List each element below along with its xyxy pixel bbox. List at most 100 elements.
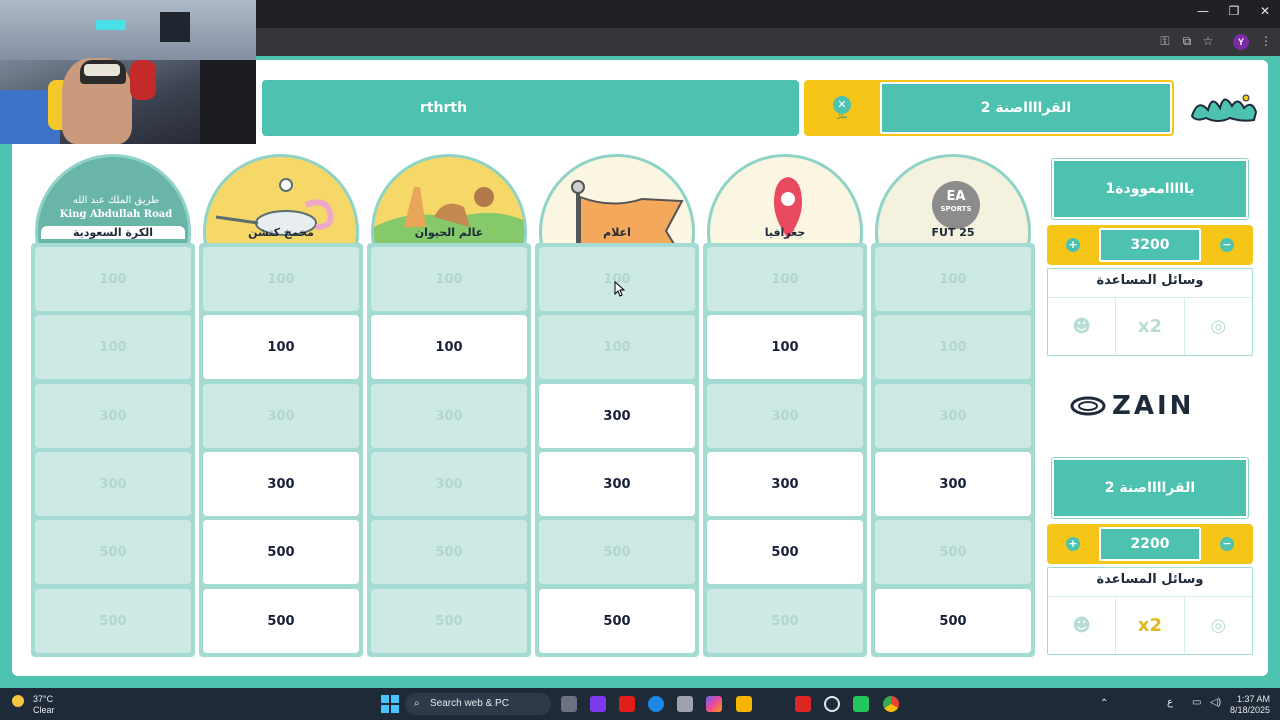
category-saudi-football[interactable]: طريق الملك عبد الله King Abdullah Road ا…: [33, 154, 193, 244]
network-icon[interactable]: ▭: [1192, 697, 1201, 708]
category-mokhmokh-kitchen[interactable]: مخمخ كتشن: [201, 154, 361, 244]
category-geography[interactable]: جغرافيا: [705, 154, 865, 244]
sponsor-logo: ZAIN: [1070, 390, 1232, 422]
category-image-text: King Abdullah Road: [59, 209, 173, 220]
file-explorer-icon[interactable]: [736, 696, 752, 712]
minimize-button[interactable]: —: [1188, 4, 1218, 18]
volume-icon[interactable]: ◁): [1210, 697, 1221, 708]
side-team2-help-tools: وسائل المساعدة ☻ x2 ◎: [1047, 567, 1253, 655]
close-window-button[interactable]: ✕: [1250, 4, 1280, 18]
windows-taskbar: [0, 688, 1280, 720]
question-cell-used: 100: [707, 247, 863, 311]
question-cell-used: 300: [371, 384, 527, 448]
category-label: مخمخ كتشن: [248, 226, 314, 239]
question-cell-used: 100: [539, 315, 695, 379]
score-plus-button[interactable]: +: [1066, 238, 1080, 252]
install-app-icon[interactable]: ⧉: [1179, 34, 1195, 49]
question-cell-available[interactable]: 100: [707, 315, 863, 379]
score-minus-button[interactable]: −: [1220, 238, 1234, 252]
password-key-icon[interactable]: ⚿: [1157, 34, 1173, 49]
question-cell-used: 300: [203, 384, 359, 448]
ea-sports-text: SPORTS: [940, 205, 972, 213]
search-placeholder: Search web & PC: [430, 698, 509, 709]
category-label: الكرة السعودية: [41, 226, 185, 239]
obs-icon[interactable]: [824, 696, 840, 712]
question-cell-available[interactable]: 500: [203, 589, 359, 653]
clock-time[interactable]: 1:37 AM: [1230, 694, 1270, 704]
category-label: FUT 25: [931, 226, 975, 239]
question-cell-available[interactable]: 500: [203, 520, 359, 584]
bookmark-star-icon[interactable]: ☆: [1200, 34, 1216, 48]
edge-icon[interactable]: [648, 696, 664, 712]
category-fut25[interactable]: EA SPORTS FUT 25: [873, 154, 1033, 244]
input-language[interactable]: ع: [1167, 697, 1173, 708]
clock-date[interactable]: 8/18/2025: [1224, 705, 1270, 715]
youtube-icon[interactable]: [619, 696, 635, 712]
side-team1-score-row: + 3200 −: [1047, 225, 1253, 265]
question-cell-used: 500: [875, 520, 1031, 584]
question-cell-used: 300: [35, 384, 191, 448]
category-flags[interactable]: اعلام: [537, 154, 697, 244]
pit-icon[interactable]: ◎: [1183, 597, 1252, 654]
team1-name: القرااااصنة 2: [880, 82, 1172, 134]
copilot-icon[interactable]: [706, 696, 722, 712]
question-cell-used: 300: [875, 384, 1031, 448]
question-cell-available[interactable]: 100: [203, 315, 359, 379]
side-team1-name: يااااامعوودة1: [1051, 158, 1249, 220]
weather-temp[interactable]: 37°C: [33, 694, 53, 704]
category-animal-world[interactable]: عالم الحيوان: [369, 154, 529, 244]
remove-helper-icon[interactable]: ✕: [833, 96, 851, 114]
call-friend-icon[interactable]: ☻: [1048, 298, 1115, 355]
category-label: جغرافيا: [764, 226, 806, 239]
question-cell-available[interactable]: 100: [371, 315, 527, 379]
question-cell-used: 300: [707, 384, 863, 448]
question-cell-used: 100: [875, 247, 1031, 311]
task-view-icon[interactable]: [561, 696, 577, 712]
question-cell-used: 500: [371, 589, 527, 653]
wps-icon[interactable]: [795, 696, 811, 712]
score-minus-button[interactable]: −: [1220, 537, 1234, 551]
side-team2-score: 2200: [1099, 527, 1201, 561]
profile-avatar[interactable]: Y: [1233, 34, 1249, 50]
question-cell-used: 500: [539, 520, 695, 584]
question-cell-available[interactable]: 500: [539, 589, 695, 653]
store-icon[interactable]: [677, 696, 693, 712]
ea-logo-text: EA: [946, 189, 966, 204]
restore-button[interactable]: ❐: [1219, 4, 1249, 18]
double-x2-icon[interactable]: x2: [1115, 597, 1183, 654]
question-cell-available[interactable]: 300: [539, 384, 695, 448]
double-x2-icon[interactable]: x2: [1115, 298, 1183, 355]
category-label: عالم الحيوان: [414, 226, 484, 239]
question-cell-used: 500: [35, 589, 191, 653]
weather-moon-icon: [12, 695, 24, 707]
question-cell-available[interactable]: 500: [875, 589, 1031, 653]
game-logo-icon: [1190, 94, 1258, 122]
question-cell-used: 500: [35, 520, 191, 584]
side-team2-name: القرااااصنة 2: [1051, 457, 1249, 519]
question-cell-available[interactable]: 500: [707, 520, 863, 584]
side-team1-score: 3200: [1099, 228, 1201, 262]
question-cell-used: 100: [371, 247, 527, 311]
weather-desc[interactable]: Clear: [33, 705, 55, 715]
tray-chevron-icon[interactable]: ⌃: [1100, 698, 1108, 709]
search-icon: ⌕: [414, 698, 420, 709]
question-cell-available[interactable]: 300: [875, 452, 1031, 516]
score-plus-button[interactable]: +: [1066, 537, 1080, 551]
app-icon-purple[interactable]: [590, 696, 606, 712]
question-cell-available[interactable]: 300: [203, 452, 359, 516]
question-cell-used: 500: [707, 589, 863, 653]
webcam-overlay: [0, 0, 256, 144]
chrome-icon[interactable]: [883, 696, 899, 712]
question-cell-used: 100: [35, 315, 191, 379]
start-button[interactable]: [381, 695, 399, 713]
question-cell-used: 300: [371, 452, 527, 516]
team2-name: rthrth: [419, 100, 468, 116]
android-icon[interactable]: [853, 696, 869, 712]
question-cell-available[interactable]: 300: [707, 452, 863, 516]
side-team2-score-row: + 2200 −: [1047, 524, 1253, 564]
question-cell-used: 500: [371, 520, 527, 584]
browser-menu-icon[interactable]: ⋮: [1258, 34, 1274, 48]
question-cell-available[interactable]: 300: [539, 452, 695, 516]
pit-icon[interactable]: ◎: [1183, 298, 1252, 355]
call-friend-icon[interactable]: ☻: [1048, 597, 1115, 654]
